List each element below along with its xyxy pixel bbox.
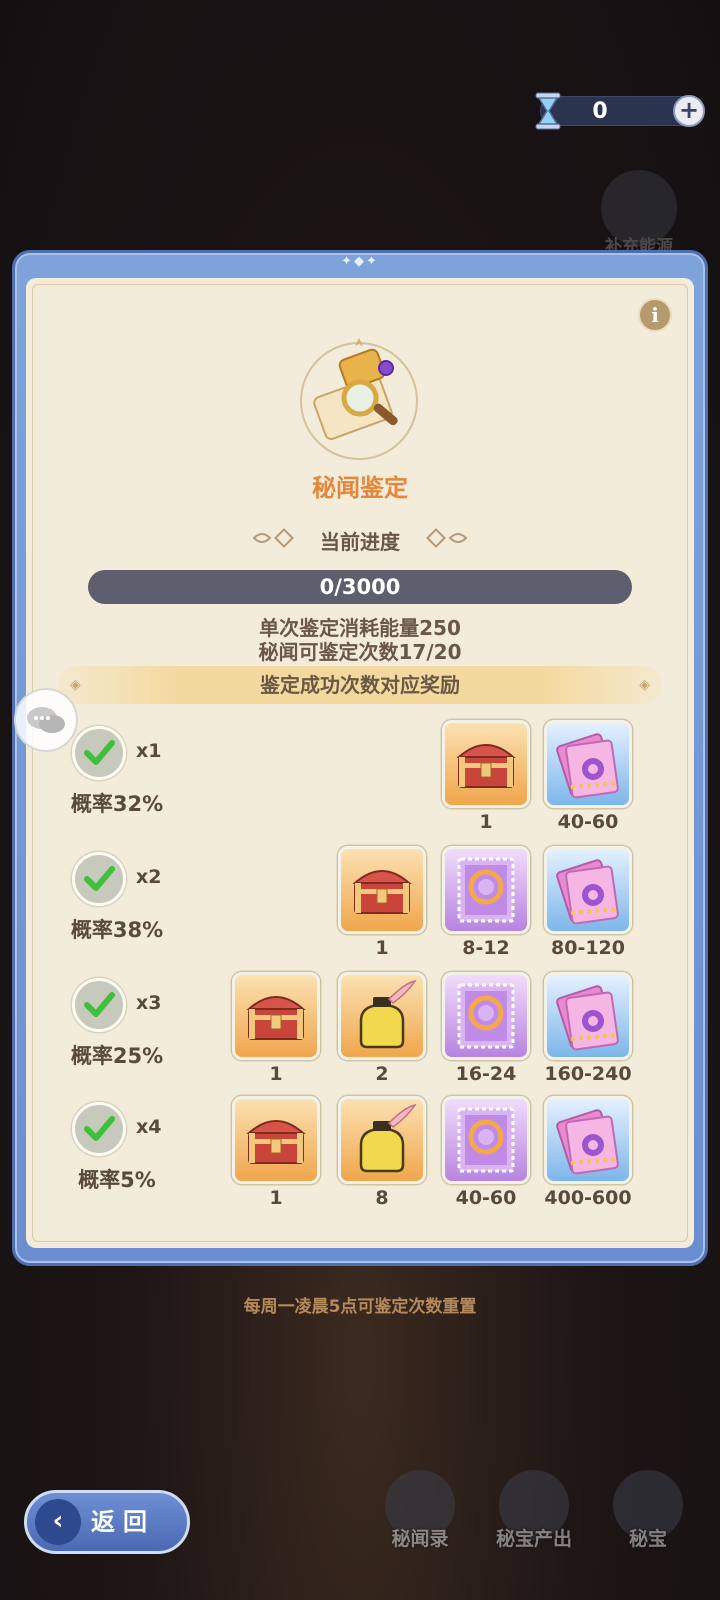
reward-item[interactable]: 1 [442,720,530,833]
progress-text: 0/3000 [319,575,401,599]
reward-count: 80-120 [551,937,625,959]
nav-label: 秘宝产出 [495,1528,572,1550]
probability-label: 概率38% [70,918,164,942]
probability-label: 概率32% [70,792,164,816]
diamond-icon: ◈ [639,677,650,693]
treasure-chest-icon [442,720,530,808]
reward-item[interactable]: 2 [338,972,426,1085]
ornament-right-icon [426,528,468,548]
reward-item[interactable]: 80-120 [544,846,632,959]
pink-ticket-icon [544,972,632,1060]
add-energy-button[interactable]: + [673,95,705,127]
reward-count: 1 [269,1063,283,1085]
reward-item[interactable]: 40-60 [544,720,632,833]
reward-item[interactable]: 400-600 [544,1096,632,1209]
checkmark-icon [72,726,126,780]
pink-ticket-icon [544,846,632,934]
success-count-label: x3 [136,992,162,1014]
reward-count: 16-24 [455,1063,517,1085]
nav-label: 秘闻录 [391,1528,449,1550]
reward-row: x1 概率32% 1 40-60 [0,720,720,833]
energy-value: 0 [592,99,608,124]
ink-bottle-icon [338,1096,426,1184]
reward-item[interactable]: 1 [232,1096,320,1209]
reward-item[interactable]: 1 [338,846,426,959]
reward-count: 1 [375,937,389,959]
success-count-label: x1 [136,740,162,762]
back-arrow-icon: ‹ [35,1499,81,1545]
reward-row: x3 概率25% 1 2 16-24 160-240 [0,972,720,1085]
back-label: 返回 [91,1508,155,1536]
reward-item[interactable]: 40-60 [442,1096,530,1209]
nav-label: 秘宝 [628,1528,667,1550]
remaining-attempts-text: 秘闻可鉴定次数17/20 [258,640,462,664]
diamond-deco-icon: ✦◆✦ [341,254,379,269]
probability-label: 概率5% [78,1168,156,1192]
reward-count: 400-600 [544,1187,632,1209]
probability-label: 概率25% [70,1044,164,1068]
checkmark-icon [72,1102,126,1156]
reset-note: 每周一凌晨5点可鉴定次数重置 [243,1297,477,1317]
treasure-chest-icon [232,972,320,1060]
reward-item[interactable]: 1 [232,972,320,1085]
reward-count: 40-60 [455,1187,517,1209]
reward-header-label: 鉴定成功次数对应奖励 [260,673,460,697]
nav-treasure-output[interactable]: 秘宝产出 [486,1470,582,1551]
purple-stamp-icon [442,846,530,934]
progress-bar: 0/3000 [88,570,632,604]
success-count-label: x2 [136,866,162,888]
success-count-label: x4 [136,1116,162,1138]
reward-count: 2 [375,1063,389,1085]
pink-ticket-icon [544,720,632,808]
treasure-chest-icon [232,1096,320,1184]
nav-secret-records[interactable]: 秘闻录 [372,1470,468,1551]
energy-currency-bar: 0 + [535,92,705,130]
ink-bottle-icon [338,972,426,1060]
reward-item[interactable]: 8 [338,1096,426,1209]
reward-row: x4 概率5% 1 8 40-60 400-600 [0,1096,720,1209]
magnifier-scroll-icon [300,338,418,460]
reward-count: 8 [375,1187,389,1209]
nav-treasure[interactable]: 秘宝 [600,1470,696,1551]
reward-row: x2 概率38% 1 8-12 80-120 [0,846,720,959]
page-title: 秘闻鉴定 [312,474,408,502]
purple-stamp-icon [442,1096,530,1184]
reward-count: 1 [479,811,493,833]
reward-header: ◈ 鉴定成功次数对应奖励 ◈ [58,666,662,704]
reward-count: 8-12 [462,937,510,959]
back-button[interactable]: ‹ 返回 [24,1490,190,1554]
pink-ticket-icon [544,1096,632,1184]
reward-item[interactable]: 16-24 [442,972,530,1085]
reward-item[interactable]: 8-12 [442,846,530,959]
reward-item[interactable]: 160-240 [544,972,632,1085]
reward-count: 160-240 [544,1063,632,1085]
treasure-chest-icon [338,846,426,934]
reward-count: 40-60 [557,811,619,833]
checkmark-icon [72,978,126,1032]
purple-stamp-icon [442,972,530,1060]
info-button[interactable]: i [638,298,672,332]
reward-count: 1 [269,1187,283,1209]
checkmark-icon [72,852,126,906]
recharge-energy-button[interactable]: 补充能源 [594,170,684,257]
